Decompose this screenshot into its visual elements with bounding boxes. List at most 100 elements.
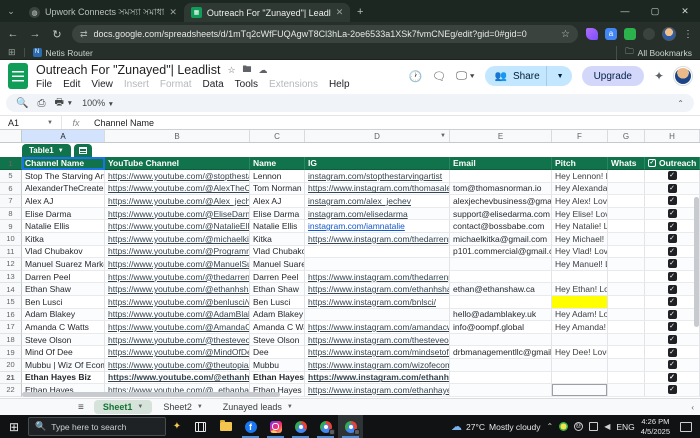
- cell-name[interactable]: Natalie Ellis: [250, 220, 305, 233]
- cell-name[interactable]: Tom Norman: [250, 183, 305, 196]
- cell-ig-link[interactable]: [305, 246, 450, 259]
- menu-data[interactable]: Data: [203, 79, 224, 90]
- header-cell[interactable]: Name: [250, 157, 305, 170]
- cell-pitch[interactable]: Hey Lennon! Lo: [552, 170, 608, 183]
- chrome-profile2-button[interactable]: [313, 415, 338, 438]
- minimize-button[interactable]: —: [610, 0, 640, 22]
- collapse-toolbar-icon[interactable]: ⌃: [677, 99, 684, 108]
- all-bookmarks[interactable]: 🗀 All Bookmarks: [616, 46, 692, 60]
- cell-whatsapp[interactable]: [608, 346, 645, 359]
- row-header[interactable]: 14: [0, 283, 22, 296]
- row-header[interactable]: 15: [0, 296, 22, 309]
- cell-name[interactable]: Ben Lusci: [250, 296, 305, 309]
- browser-tab-sheets[interactable]: ▦ Outreach For "Zunayed"| Leadl ✕: [184, 3, 350, 22]
- browser-profile-avatar[interactable]: [662, 27, 676, 41]
- all-sheets-icon[interactable]: ≡: [78, 402, 84, 413]
- row-header[interactable]: 12: [0, 258, 22, 271]
- cell-channel-name[interactable]: Vlad Chubakov: [22, 246, 105, 259]
- cell-youtube-link[interactable]: https://www.youtube.com/@AmandaCWatts/vi…: [105, 321, 250, 334]
- bookmark-star-icon[interactable]: ☆: [561, 29, 570, 40]
- cell-youtube-link[interactable]: https://www.youtube.com/@ethanhshaw/vide…: [105, 283, 250, 296]
- checked-checkbox-icon[interactable]: ✓: [668, 322, 677, 331]
- cell-youtube-link[interactable]: https://www.youtube.com/@stopthestarving…: [105, 170, 250, 183]
- youtube-link[interactable]: https://www.youtube.com/@NatalieEllis: [108, 221, 250, 231]
- instagram-link[interactable]: https://www.instagram.com/wizofecom/: [308, 360, 450, 370]
- cell-youtube-link[interactable]: https://www.youtube.com/@thesteveolson/v…: [105, 334, 250, 347]
- menu-help[interactable]: Help: [329, 79, 350, 90]
- cell-pitch[interactable]: Hey Amanda! L: [552, 321, 608, 334]
- row-header[interactable]: 10: [0, 233, 22, 246]
- cell-name[interactable]: Adam Blakey: [250, 309, 305, 322]
- cell-name[interactable]: Alex AJ: [250, 195, 305, 208]
- cell-email[interactable]: [450, 296, 552, 309]
- cell-pitch[interactable]: Hey Vlad! Loved: [552, 246, 608, 259]
- cell-outreach-checkbox[interactable]: ✓: [645, 233, 700, 246]
- col-header-g[interactable]: G: [608, 130, 645, 142]
- cell-name[interactable]: Lennon: [250, 170, 305, 183]
- cell-whatsapp[interactable]: [608, 334, 645, 347]
- move-folder-icon[interactable]: 🖿: [243, 62, 252, 78]
- cell-outreach-checkbox[interactable]: ✓: [645, 372, 700, 385]
- cell-ig-link[interactable]: https://www.instagram.com/mindsetofd/: [305, 346, 450, 359]
- row-header[interactable]: 19: [0, 346, 22, 359]
- cell-pitch[interactable]: Hey Dee! Loved: [552, 346, 608, 359]
- cell-pitch[interactable]: Hey Alexandar!: [552, 183, 608, 196]
- checked-checkbox-icon[interactable]: ✓: [668, 171, 677, 180]
- instagram-link[interactable]: instagram.com/iamnatalie: [308, 221, 405, 231]
- cell-channel-name[interactable]: Elise Darma: [22, 208, 105, 221]
- cell-email[interactable]: [450, 334, 552, 347]
- instagram-link[interactable]: https://www.instagram.com/ethanhayesfr/: [308, 372, 450, 382]
- instagram-link[interactable]: https://www.instagram.com/ethanhayesfr/: [308, 385, 450, 395]
- youtube-link[interactable]: https://www.youtube.com/@stopthestarving…: [108, 171, 250, 181]
- youtube-link[interactable]: https://www.youtube.com/@michaelkitka/vi…: [108, 234, 250, 244]
- address-bar[interactable]: ⇄ docs.google.com/spreadsheets/d/1mTq2cW…: [72, 25, 578, 43]
- cell-email[interactable]: info@oompf.global: [450, 321, 552, 334]
- cell-outreach-checkbox[interactable]: ✓: [645, 246, 700, 259]
- extension-green-icon[interactable]: [624, 28, 636, 40]
- youtube-link[interactable]: https://www.youtube.com/@Alex_jechev/vid…: [108, 196, 250, 206]
- cell-outreach-checkbox[interactable]: ✓: [645, 359, 700, 372]
- youtube-link[interactable]: https://www.youtube.com/@thedarrenpeel/v…: [108, 272, 250, 282]
- volume-icon[interactable]: ◀: [604, 422, 610, 431]
- cell-whatsapp[interactable]: [608, 195, 645, 208]
- row-header[interactable]: 13: [0, 271, 22, 284]
- cell-outreach-checkbox[interactable]: ✓: [645, 258, 700, 271]
- cell-pitch[interactable]: Hey Ethan! Love: [552, 283, 608, 296]
- select-all-corner[interactable]: [0, 130, 22, 142]
- cell-email[interactable]: p101.commercial@gmail.com: [450, 246, 552, 259]
- star-icon[interactable]: ☆: [227, 65, 235, 76]
- cell-ig-link[interactable]: [305, 309, 450, 322]
- cell-youtube-link[interactable]: https://www.youtube.com/@NatalieEllis: [105, 220, 250, 233]
- youtube-link[interactable]: https://www.youtube.com/@AlexTheCreate/v…: [108, 183, 250, 193]
- youtube-link[interactable]: https://www.youtube.com/@ManuelSuarezMar…: [108, 259, 250, 269]
- cell-youtube-link[interactable]: https://www.youtube.com/@theutopia/video…: [105, 359, 250, 372]
- cell-whatsapp[interactable]: [608, 384, 645, 397]
- paint-format-icon[interactable]: 🖶 ▼: [54, 95, 73, 112]
- cell-whatsapp[interactable]: [608, 321, 645, 334]
- cell-name[interactable]: Darren Peel: [250, 271, 305, 284]
- youtube-link[interactable]: https://www.youtube.com/@ethanhshaw/vide…: [108, 284, 250, 294]
- cell-ig-link[interactable]: https://www.instagram.com/ethanhayesfr/: [305, 384, 450, 397]
- share-button[interactable]: 👥 Share ▼: [485, 66, 572, 86]
- chrome-profile3-button[interactable]: [338, 415, 363, 438]
- horizontal-scrollbar[interactable]: [22, 392, 280, 397]
- col-header-h[interactable]: H: [645, 130, 700, 142]
- cell-ig-link[interactable]: https://www.instagram.com/ethanhayesfr/: [305, 372, 450, 385]
- cell-pitch[interactable]: Hey Manuel! Lo: [552, 258, 608, 271]
- menu-file[interactable]: File: [36, 79, 52, 90]
- reload-icon[interactable]: ↻: [50, 28, 64, 41]
- row-header[interactable]: 16: [0, 309, 22, 322]
- cell-outreach-checkbox[interactable]: ✓: [645, 346, 700, 359]
- site-info-icon[interactable]: ⇄: [80, 29, 88, 40]
- cell-ig-link[interactable]: instagram.com/alex_jechev: [305, 195, 450, 208]
- header-cell[interactable]: YouTube Channel: [105, 157, 250, 170]
- cell-channel-name[interactable]: Stop The Starving Artist: [22, 170, 105, 183]
- cell-ig-link[interactable]: https://www.instagram.com/amandacwatts: [305, 321, 450, 334]
- checked-checkbox-icon[interactable]: ✓: [668, 196, 677, 205]
- row-header[interactable]: 11: [0, 246, 22, 259]
- cell-whatsapp[interactable]: [608, 271, 645, 284]
- row-header[interactable]: 18: [0, 334, 22, 347]
- table-views-button[interactable]: [74, 144, 92, 157]
- apps-grid-icon[interactable]: ⊞: [8, 47, 16, 58]
- row-header[interactable]: 7: [0, 195, 22, 208]
